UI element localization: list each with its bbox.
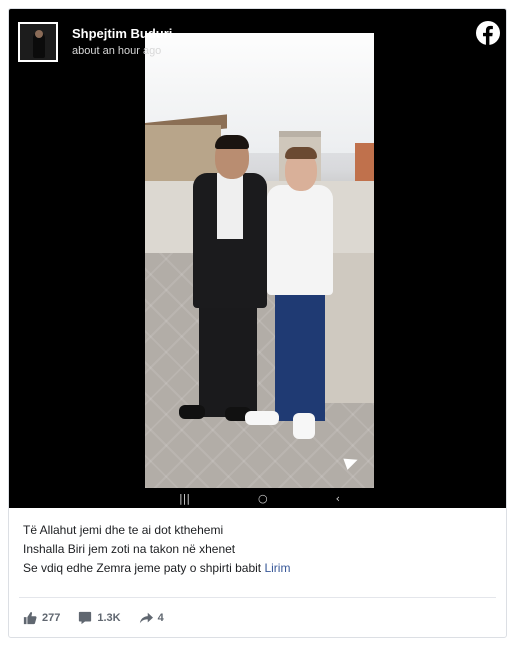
thumbs-up-icon <box>23 612 37 625</box>
post-timestamp[interactable]: about an hour ago <box>72 45 161 57</box>
photo-boy-shoe-left <box>245 411 279 425</box>
likes-stat[interactable]: 277 <box>23 611 60 625</box>
divider <box>19 597 496 598</box>
post-text: Të Allahut jemi dhe te ai dot kthehemi I… <box>23 521 493 578</box>
likes-count: 277 <box>42 612 61 624</box>
photo-man-hair <box>215 135 249 149</box>
comment-bubble-icon <box>79 611 92 625</box>
post-text-line-content: Se vdiq edhe Zemra jeme paty o shpirti b… <box>23 561 265 575</box>
photo-man-shirt <box>217 173 243 239</box>
photo-boy-hoodie <box>267 185 333 295</box>
photo-man-legs <box>199 295 257 417</box>
tagged-user-link[interactable]: Lirim <box>264 561 290 575</box>
author-name[interactable]: Shpejtim Buduri <box>72 26 172 41</box>
facebook-icon[interactable] <box>476 21 500 45</box>
back-icon: ‹ <box>335 491 341 505</box>
phone-navbar: ||| ○ ‹ <box>145 488 374 508</box>
photo-boy-jeans <box>275 291 325 421</box>
post-photo[interactable] <box>145 33 374 488</box>
post-text-line: Inshalla Biri jem zoti na takon në xhene… <box>23 542 236 556</box>
post-text-line: Të Allahut jemi dhe te ai dot kthehemi <box>23 523 224 537</box>
shares-stat[interactable]: 4 <box>139 611 164 625</box>
post-media[interactable]: ||| ○ ‹ Shpejtim Buduri about an hour ag… <box>9 9 506 508</box>
avatar-face <box>35 30 43 38</box>
home-icon: ○ <box>258 491 268 505</box>
share-arrow-icon <box>139 612 153 624</box>
photo-boy-shoe-right <box>293 413 315 439</box>
post-card: ||| ○ ‹ Shpejtim Buduri about an hour ag… <box>8 8 507 638</box>
comments-stat[interactable]: 1.3K <box>78 611 121 625</box>
post-text-line: Se vdiq edhe Zemra jeme paty o shpirti b… <box>23 559 493 578</box>
photo-man-shoe-left <box>179 405 205 419</box>
avatar[interactable] <box>18 22 58 62</box>
photo-boy-hair <box>285 147 317 159</box>
engagement-stats: 277 1.3K 4 <box>23 609 182 627</box>
comments-count: 1.3K <box>97 612 121 624</box>
recents-icon: ||| <box>178 491 191 505</box>
shares-count: 4 <box>157 612 164 624</box>
